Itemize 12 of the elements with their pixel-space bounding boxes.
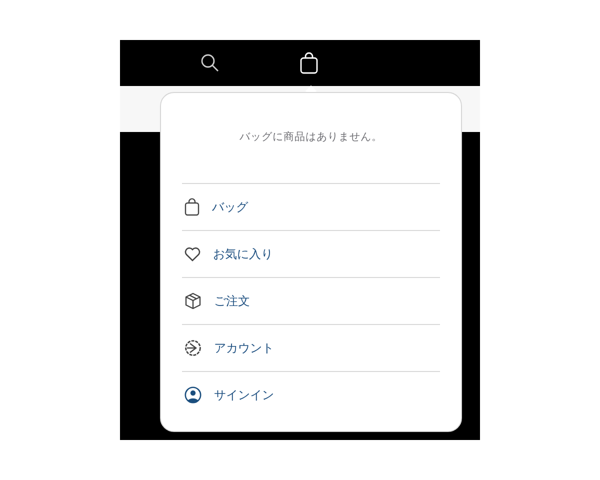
menu-item[interactable]: サインイン	[182, 372, 440, 418]
box-icon	[184, 292, 202, 310]
search-icon	[200, 53, 220, 73]
menu-item[interactable]: ご注文	[182, 278, 440, 325]
menu-item[interactable]: バッグ	[182, 184, 440, 231]
empty-bag-message: バッグに商品はありません。	[238, 130, 384, 144]
bag-icon	[184, 198, 200, 216]
menu-item[interactable]: お気に入り	[182, 231, 440, 278]
menu-item[interactable]: アカウント	[182, 325, 440, 372]
bag-icon	[299, 52, 319, 74]
heart-icon	[184, 246, 201, 262]
person-icon	[184, 386, 202, 404]
